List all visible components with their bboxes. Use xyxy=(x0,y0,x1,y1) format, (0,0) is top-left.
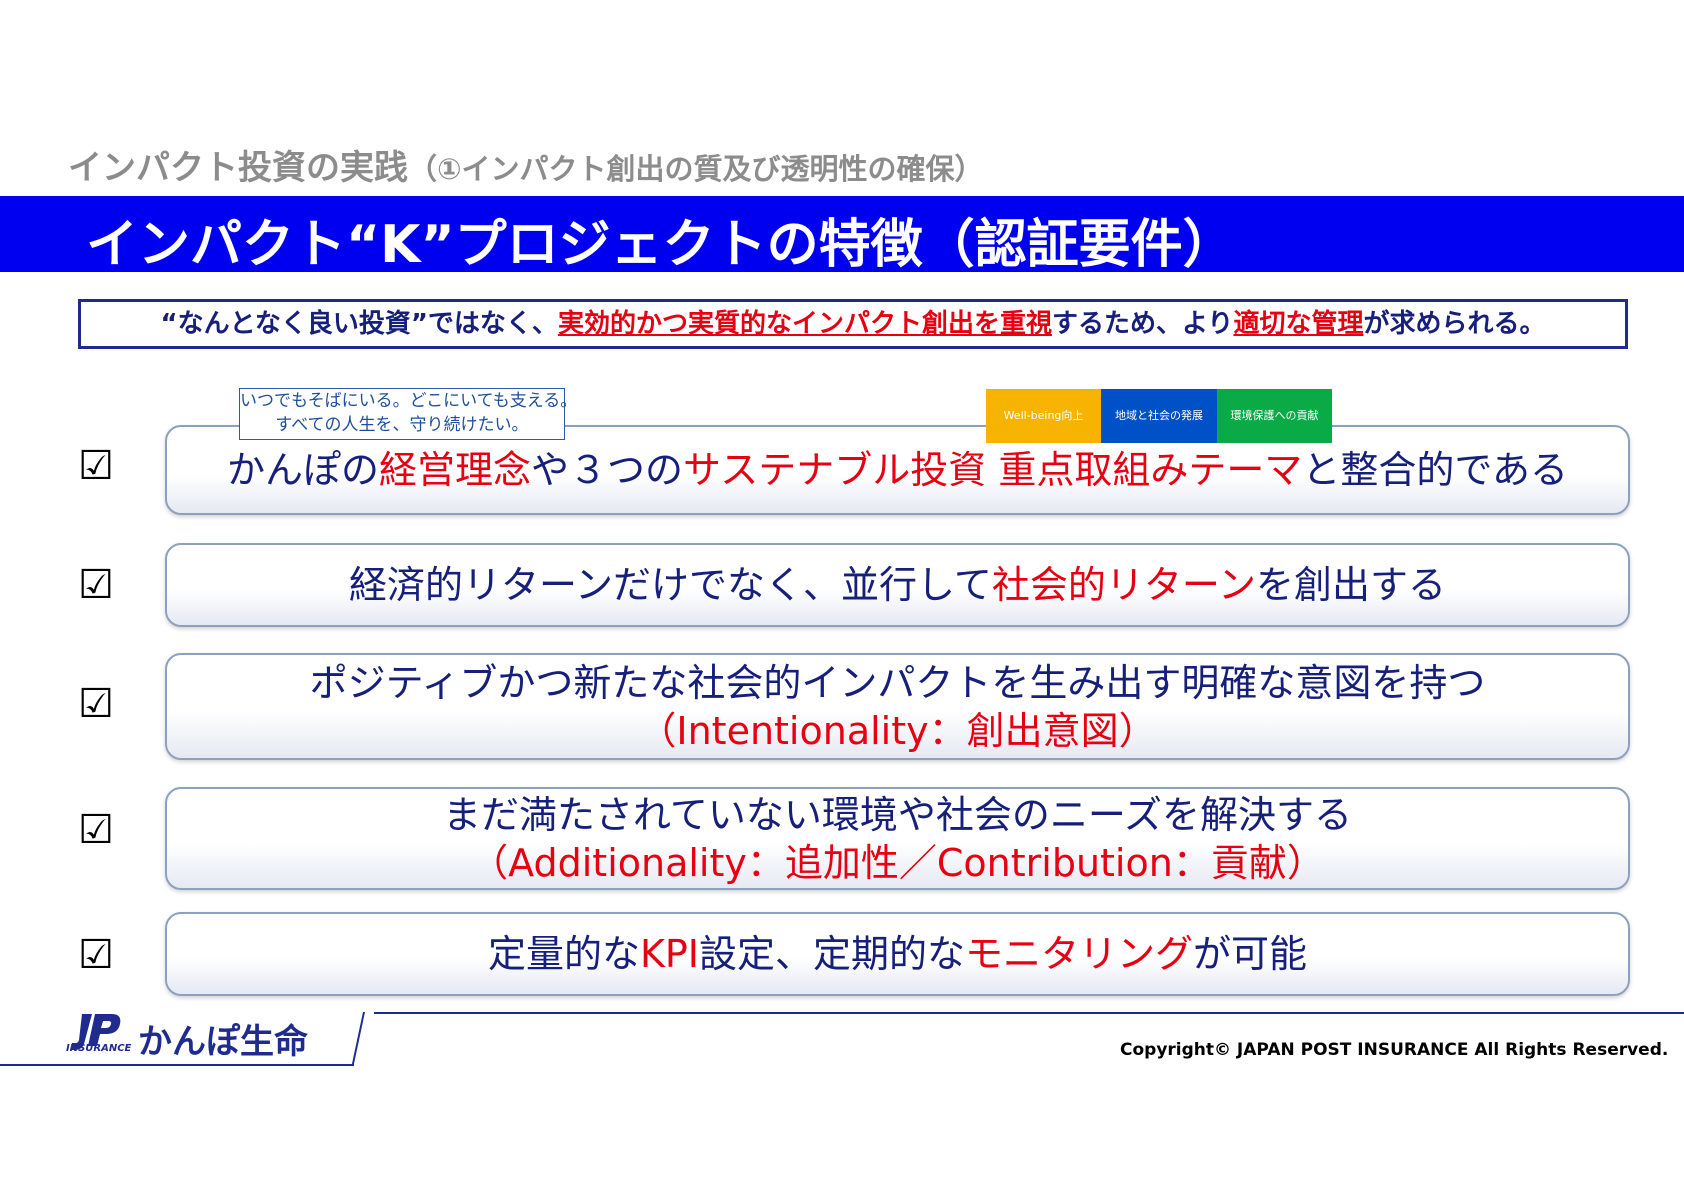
company-name: かんぽ生命 xyxy=(138,1022,308,1062)
req2-emphasis: 社会的リターン xyxy=(991,563,1257,607)
copyright-text: Copyright© JAPAN POST INSURANCE All Righ… xyxy=(1120,1040,1669,1060)
requirement-box-5: 定量的なKPI設定、定期的なモニタリングが可能 xyxy=(165,912,1630,996)
req2-text-b: を創出する xyxy=(1256,563,1447,607)
check-box-icon: ☑ xyxy=(78,807,114,853)
footer-divider-bottom xyxy=(0,1064,354,1066)
requirement-text-4: まだ満たされていない環境や社会のニーズを解決する xyxy=(443,792,1352,837)
req1-text-a: かんぽの xyxy=(227,448,380,492)
theme-chip-environment: 環境保護への貢献 xyxy=(1217,389,1332,443)
req1-text-b: や３つの xyxy=(531,448,684,492)
page-title: インパクト“K”プロジェクトの特徴（認証要件） xyxy=(86,215,1235,275)
section-subtitle: インパクト投資の実践（①インパクト創出の質及び透明性の確保） xyxy=(68,140,984,189)
lead-emphasis-1: 実効的かつ実質的なインパクト創出を重視 xyxy=(557,309,1052,339)
req5-text-a: 定量的な xyxy=(487,932,640,976)
req1-emphasis-b: サステナブル投資 重点取組みテーマ xyxy=(683,448,1303,492)
footer-divider-slant xyxy=(351,1012,365,1066)
req5-emphasis-b: モニタリング xyxy=(965,932,1194,976)
requirement-text-1: かんぽの経営理念や３つのサステナブル投資 重点取組みテーマと整合的である xyxy=(227,446,1568,494)
lead-emphasis-2: 適切な管理 xyxy=(1233,309,1364,339)
theme-chip-community: 地域と社会の発展 xyxy=(1101,389,1217,443)
lead-text-2: するため、より xyxy=(1051,309,1234,339)
check-box-icon: ☑ xyxy=(78,932,114,978)
req5-emphasis-a: KPI xyxy=(639,932,699,976)
check-box-icon: ☑ xyxy=(78,681,114,727)
lead-statement-box: “なんとなく良い投資”ではなく、実効的かつ実質的なインパクト創出を重視するため、… xyxy=(78,299,1628,349)
requirement-text-3: ポジティブかつ新たな社会的インパクトを生み出す明確な意図を持つ xyxy=(309,660,1486,705)
theme-chip-wellbeing: Well-being向上 xyxy=(986,389,1101,443)
requirement-term-3: （Intentionality：創出意図） xyxy=(638,708,1157,753)
requirement-text-2: 経済的リターンだけでなく、並行して社会的リターンを創出する xyxy=(349,561,1446,609)
requirement-term-4: （Additionality：追加性／Contribution：貢献） xyxy=(470,840,1325,885)
stamp-line-2: すべての人生を、守り続けたい。 xyxy=(275,415,529,435)
requirement-box-4: まだ満たされていない環境や社会のニーズを解決する （Additionality：… xyxy=(165,787,1630,890)
subtitle-paren: （①インパクト創出の質及び透明性の確保） xyxy=(408,152,984,186)
logo-subtext: INSURANCE xyxy=(66,1043,132,1054)
requirement-text-5: 定量的なKPI設定、定期的なモニタリングが可能 xyxy=(488,930,1307,978)
req1-emphasis-a: 経営理念 xyxy=(379,448,532,492)
req5-text-b: 設定、定期的な xyxy=(699,932,966,976)
footer-divider xyxy=(374,1012,1684,1014)
title-bar: インパクト“K”プロジェクトの特徴（認証要件） xyxy=(0,196,1684,275)
requirement-box-3: ポジティブかつ新たな社会的インパクトを生み出す明確な意図を持つ （Intenti… xyxy=(165,653,1630,760)
req2-text-a: 経済的リターンだけでなく、並行して xyxy=(348,563,992,607)
req1-text-c: と整合的である xyxy=(1302,448,1568,492)
check-box-icon: ☑ xyxy=(78,443,114,489)
lead-text-1: “なんとなく良い投資”ではなく、 xyxy=(160,309,558,339)
stamp-line-1: いつでもそばにいる。どこにいても支える。 xyxy=(240,391,578,411)
requirement-box-2: 経済的リターンだけでなく、並行して社会的リターンを創出する xyxy=(165,543,1630,627)
check-box-icon: ☑ xyxy=(78,562,114,608)
corporate-philosophy-stamp: いつでもそばにいる。どこにいても支える。 すべての人生を、守り続けたい。 xyxy=(239,388,578,440)
subtitle-main: インパクト投資の実践 xyxy=(68,148,408,188)
req5-text-c: が可能 xyxy=(1193,932,1308,976)
lead-text-3: が求められる。 xyxy=(1363,309,1546,339)
